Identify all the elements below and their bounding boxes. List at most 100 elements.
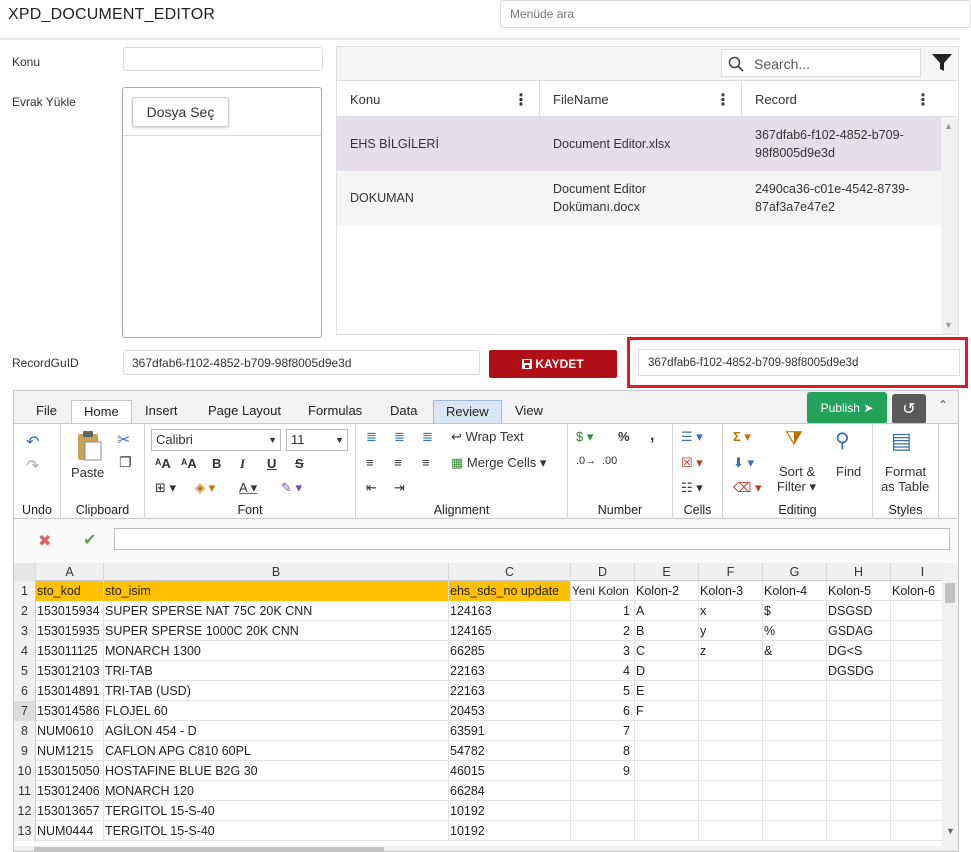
column-menu-icon[interactable]: ⋮: [513, 90, 529, 110]
tab-formulas[interactable]: Formulas: [296, 400, 374, 423]
row-header[interactable]: 8: [14, 721, 36, 741]
column-menu-icon[interactable]: ⋮: [915, 90, 931, 110]
row-header[interactable]: 12: [14, 801, 36, 821]
row-header[interactable]: 10: [14, 761, 36, 781]
sheet-cell[interactable]: 3: [571, 641, 635, 661]
sheet-cell[interactable]: x: [699, 601, 763, 621]
recordguid-input[interactable]: [123, 350, 480, 375]
column-header[interactable]: B: [104, 563, 449, 581]
sheet-cell[interactable]: [635, 801, 699, 821]
column-header[interactable]: D: [571, 563, 635, 581]
sheet-cell[interactable]: MONARCH 120: [104, 781, 449, 801]
row-header[interactable]: 4: [14, 641, 36, 661]
grid-scrollbar[interactable]: ▲ ▼: [941, 117, 958, 334]
column-header[interactable]: F: [699, 563, 763, 581]
sheet-cell[interactable]: [827, 821, 891, 841]
align-bottom-icon[interactable]: ≣: [422, 429, 433, 445]
decrease-decimal-icon[interactable]: .00: [602, 455, 617, 467]
sheet-cell[interactable]: 20453: [449, 701, 571, 721]
sheet-cell[interactable]: 9: [571, 761, 635, 781]
sheet-cell[interactable]: [635, 761, 699, 781]
filter-icon[interactable]: [931, 53, 953, 73]
sheet-cell[interactable]: [827, 701, 891, 721]
tab-insert[interactable]: Insert: [133, 400, 190, 423]
increase-indent-icon[interactable]: ⇥: [394, 480, 405, 496]
sheet-cell[interactable]: [827, 801, 891, 821]
sheet-cell[interactable]: 7: [571, 721, 635, 741]
align-right-icon[interactable]: ≡: [422, 455, 430, 470]
font-name-select[interactable]: Calibri ▼: [151, 429, 281, 451]
font-size-select[interactable]: 11 ▼: [286, 429, 348, 451]
sheet-cell[interactable]: 153012103: [36, 661, 104, 681]
sort-filter-icon[interactable]: ⧩: [785, 428, 803, 451]
sheet-cell[interactable]: DGSDG: [827, 661, 891, 681]
sheet-cell[interactable]: [699, 741, 763, 761]
tab-home[interactable]: Home: [71, 400, 132, 423]
sheet-vertical-scrollbar[interactable]: ▼: [942, 563, 958, 851]
column-header[interactable]: G: [763, 563, 827, 581]
sheet-cell[interactable]: CAFLON APG C810 60PL: [104, 741, 449, 761]
sheet-cell[interactable]: 46015: [449, 761, 571, 781]
scroll-down-icon[interactable]: ▼: [944, 320, 953, 330]
sheet-cell[interactable]: [763, 781, 827, 801]
grid-search-box[interactable]: Search...: [721, 49, 921, 77]
align-top-icon[interactable]: ≣: [366, 429, 377, 445]
sheet-cell[interactable]: 153013657: [36, 801, 104, 821]
sheet-cell[interactable]: [699, 761, 763, 781]
scroll-thumb[interactable]: [34, 847, 384, 851]
sheet-cell[interactable]: 6: [571, 701, 635, 721]
sheet-cell[interactable]: [699, 681, 763, 701]
publish-button[interactable]: Publish ➤: [807, 392, 887, 424]
sheet-cell[interactable]: [635, 741, 699, 761]
scroll-down-icon[interactable]: ▼: [946, 826, 955, 836]
sheet-cell[interactable]: MONARCH 1300: [104, 641, 449, 661]
row-header[interactable]: 13: [14, 821, 36, 841]
file-upload-box[interactable]: Dosya Seç: [122, 87, 322, 338]
sheet-cell[interactable]: AGİLON 454 - D: [104, 721, 449, 741]
save-button[interactable]: KAYDET: [489, 350, 617, 378]
decrease-font-icon[interactable]: ᴬA: [181, 456, 197, 471]
sheet-cell[interactable]: [763, 721, 827, 741]
sheet-cell[interactable]: [699, 821, 763, 841]
sheet-cell[interactable]: 66285: [449, 641, 571, 661]
sheet-cell[interactable]: [635, 721, 699, 741]
sheet-cell[interactable]: [827, 741, 891, 761]
decrease-indent-icon[interactable]: ⇤: [366, 480, 377, 496]
sheet-cell[interactable]: HOSTAFINE BLUE B2G 30: [104, 761, 449, 781]
sheet-cell[interactable]: NUM0444: [36, 821, 104, 841]
strikethrough-icon[interactable]: S: [295, 456, 304, 471]
fill-color-icon[interactable]: ◈ ▾: [195, 480, 215, 496]
row-header[interactable]: 11: [14, 781, 36, 801]
insert-cells-icon[interactable]: ☰ ▾: [681, 429, 703, 445]
format-table-label-1[interactable]: Format: [885, 464, 926, 479]
tab-view[interactable]: View: [503, 400, 555, 423]
sheet-cell[interactable]: %: [763, 621, 827, 641]
table-row[interactable]: DOKUMAN Document Editor Dokümanı.docx 249…: [337, 171, 941, 225]
sheet-cell[interactable]: TERGITOL 15-S-40: [104, 801, 449, 821]
sheet-cell[interactable]: DSGSD: [827, 601, 891, 621]
sheet-cell[interactable]: y: [699, 621, 763, 641]
sheet-cell[interactable]: 4: [571, 661, 635, 681]
sheet-cell[interactable]: [763, 661, 827, 681]
sheet-cell[interactable]: [699, 721, 763, 741]
sheet-cell[interactable]: 66284: [449, 781, 571, 801]
sheet-cell[interactable]: Kolon-2: [635, 581, 699, 601]
table-row[interactable]: EHS BİLGİLERİ Document Editor.xlsx 367df…: [337, 117, 941, 171]
cut-icon[interactable]: ✂: [117, 430, 130, 450]
sheet-cell[interactable]: 153014586: [36, 701, 104, 721]
find-button[interactable]: Find: [836, 464, 861, 479]
sheet-cell[interactable]: [763, 741, 827, 761]
sheet-cell[interactable]: 22163: [449, 661, 571, 681]
row-header[interactable]: 6: [14, 681, 36, 701]
sheet-cell[interactable]: 2: [571, 621, 635, 641]
tab-review[interactable]: Review: [433, 400, 502, 423]
column-header[interactable]: A: [36, 563, 104, 581]
format-table-icon[interactable]: ▤: [891, 428, 912, 454]
sheet-cell[interactable]: sto_kod: [36, 581, 104, 601]
sheet-cell[interactable]: SUPER SPERSE NAT 75C 20K CNN: [104, 601, 449, 621]
row-header[interactable]: 3: [14, 621, 36, 641]
sheet-cell[interactable]: [635, 781, 699, 801]
sheet-cell[interactable]: [571, 781, 635, 801]
italic-icon[interactable]: I: [240, 456, 245, 472]
undo-icon[interactable]: ↶: [26, 432, 39, 452]
